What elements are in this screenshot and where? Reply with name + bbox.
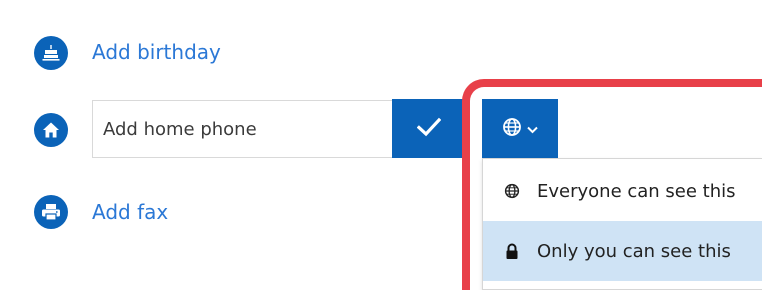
confirm-button[interactable] [392,99,466,158]
visibility-menu: Everyone can see this Only you can see t… [482,158,762,290]
add-fax-link[interactable]: Add fax [92,200,168,224]
menu-item-only-you[interactable]: Only you can see this [483,221,762,281]
globe-icon [502,117,522,141]
menu-item-label: Everyone can see this [537,180,736,202]
printer-icon [34,195,68,229]
menu-item-everyone[interactable]: Everyone can see this [483,161,762,221]
globe-icon [503,183,521,199]
checkmark-icon [416,117,442,141]
add-birthday-link[interactable]: Add birthday [92,40,221,64]
menu-item-label: Only you can see this [537,240,731,262]
visibility-dropdown-button[interactable] [482,99,558,158]
cake-icon [34,36,68,70]
home-phone-field[interactable] [92,100,392,158]
home-icon [34,113,68,147]
contact-info-editor: Add birthday Add fax [0,0,762,290]
lock-icon [503,243,521,260]
chevron-down-icon [527,119,538,138]
home-phone-input[interactable] [103,101,392,157]
